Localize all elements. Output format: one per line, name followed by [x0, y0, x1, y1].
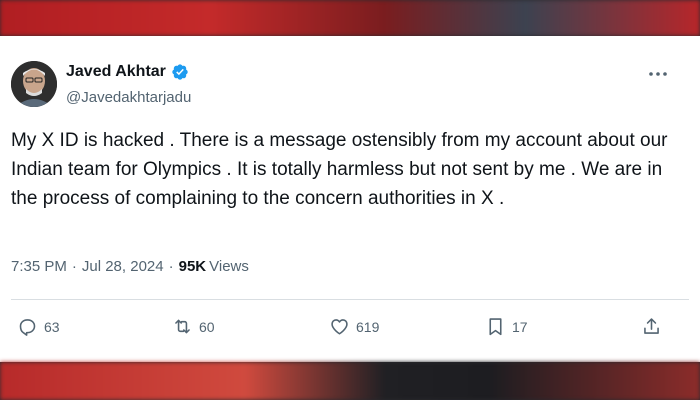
- divider: [11, 299, 689, 300]
- repost-count: 60: [199, 319, 215, 335]
- like-count: 619: [356, 319, 380, 335]
- tweet-date[interactable]: Jul 28, 2024: [82, 258, 164, 275]
- bookmark-button[interactable]: 17: [485, 316, 528, 337]
- tweet-time[interactable]: 7:35 PM: [11, 258, 67, 275]
- more-options-icon[interactable]: [648, 66, 668, 82]
- reply-count: 63: [44, 319, 60, 335]
- tweet-meta: 7:35 PM · Jul 28, 2024 · 95K Views: [11, 258, 249, 275]
- background-bottom: [0, 362, 700, 400]
- background-top: [0, 0, 700, 36]
- views-count: 95K: [178, 258, 207, 275]
- avatar[interactable]: [11, 61, 57, 107]
- like-button[interactable]: 619: [329, 316, 379, 337]
- meta-separator-2: ·: [168, 258, 174, 275]
- reply-icon: [19, 319, 36, 336]
- author-handle[interactable]: @Javedakhtarjadu: [66, 89, 191, 106]
- tweet-text: My X ID is hacked . There is a message o…: [11, 130, 668, 209]
- like-icon: [331, 319, 348, 335]
- verified-badge-icon: [171, 63, 189, 81]
- share-button[interactable]: [641, 316, 668, 337]
- views-label: Views: [209, 258, 249, 275]
- bookmark-count: 17: [512, 319, 528, 335]
- tweet-card: Javed Akhtar @Javedakhtarjadu My X ID is…: [0, 36, 700, 362]
- meta-separator: ·: [71, 258, 77, 275]
- author-row: Javed Akhtar: [66, 63, 189, 81]
- bookmark-icon: [489, 318, 502, 336]
- reply-button[interactable]: 63: [17, 316, 60, 337]
- author-name[interactable]: Javed Akhtar: [66, 63, 166, 81]
- repost-button[interactable]: 60: [172, 316, 215, 337]
- repost-icon: [175, 319, 190, 334]
- share-icon: [644, 318, 659, 334]
